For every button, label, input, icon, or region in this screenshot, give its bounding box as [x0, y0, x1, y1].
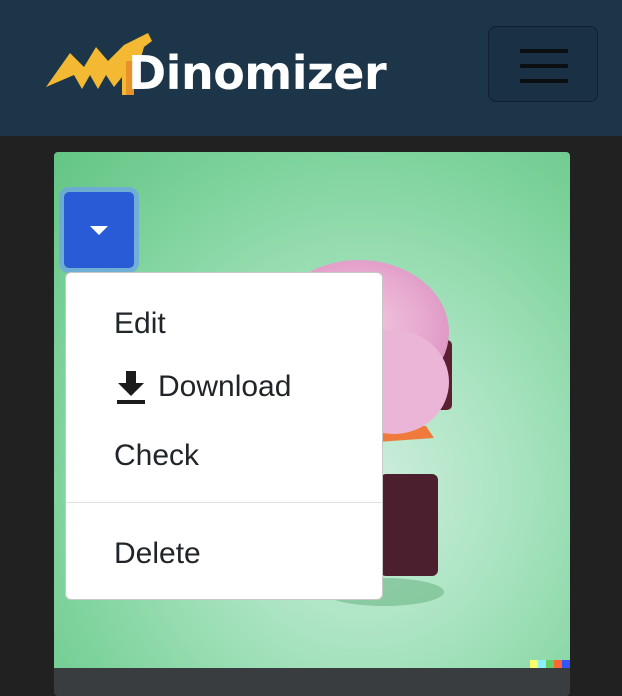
hamburger-icon: [520, 49, 568, 53]
brand-name[interactable]: Dinomizer: [128, 50, 387, 96]
caret-down-icon: [90, 226, 108, 235]
menu-divider: [66, 502, 382, 503]
hamburger-icon-bar: [520, 79, 568, 83]
menu-item-delete[interactable]: Delete: [114, 539, 201, 569]
navbar-toggler-button[interactable]: [488, 26, 598, 102]
actions-dropdown-button[interactable]: [64, 192, 134, 268]
menu-item-edit[interactable]: Edit: [114, 309, 166, 339]
menu-item-download-label: Download: [158, 370, 292, 403]
actions-dropdown-menu: Edit Download Check Delete: [65, 272, 383, 600]
image-signature: [530, 660, 570, 668]
menu-item-download[interactable]: Download: [114, 369, 291, 405]
menu-item-check[interactable]: Check: [114, 441, 199, 471]
download-icon: [117, 371, 145, 404]
hamburger-icon-bar: [520, 64, 568, 68]
navbar: Dinomizer: [0, 0, 622, 136]
